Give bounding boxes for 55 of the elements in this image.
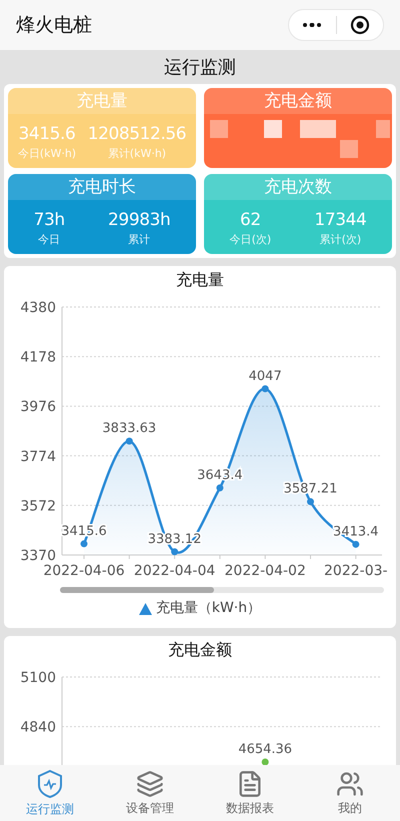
nav-tab[interactable]: 运行监测 [0,765,100,821]
y-axis-label: 4178 [20,350,56,366]
y-axis-label: 3370 [20,548,56,564]
shield-pulse-icon [36,769,64,799]
data-point [171,548,178,556]
stat-caption: 累计 [128,232,150,248]
legend-triangle-icon [138,602,152,614]
data-point [307,498,314,506]
legend-label: 充电量（kW·h） [156,599,262,618]
chart-title: 充电金额 [168,639,232,661]
nav-tab[interactable]: 设备管理 [100,765,200,821]
data-point [262,385,269,392]
x-axis-label: 2022-04-02 [224,563,306,579]
stat-title: 充电金额 [264,90,332,113]
data-point [126,438,133,445]
stat-title: 充电次数 [264,176,332,199]
y-axis-label: 4840 [20,720,56,736]
nav-tab[interactable]: 我的 [300,765,400,821]
capsule-menu[interactable] [288,9,384,41]
scrollbar[interactable] [60,587,384,593]
page-title: 运行监测 [164,56,236,80]
data-point [80,540,88,548]
y-axis-label: 3774 [20,448,56,465]
stat-caption: 今日(kW·h) [18,146,76,162]
stat-caption: 今日(次) [230,232,272,248]
value-label: 4047 [248,368,282,384]
x-axis-label: 2022-03- [324,563,388,579]
y-axis-label: 3572 [20,498,56,514]
nav-tab[interactable]: 数据报表 [200,765,300,821]
stat-value: 73h [34,209,65,232]
value-label: 4654.36 [238,742,292,758]
y-axis-label: 3976 [20,399,56,416]
layers-icon [136,770,164,798]
y-axis-label: 5100 [20,670,56,686]
stat-value: 17344 [314,209,366,232]
data-point [216,484,224,492]
stat-title: 充电量 [76,90,128,113]
stat-value: 3415.6 [18,123,76,146]
stat-caption: 今日 [38,232,60,248]
app-title: 烽火电桩 [16,12,92,38]
x-axis-label: 2022-04-06 [43,563,125,579]
chart-title: 充电量 [176,269,224,291]
stat-caption: 累计(次) [320,232,362,248]
stat-value: 62 [240,209,261,232]
stat-value: 1208512.56 [88,123,186,146]
value-label: 3833.63 [102,421,156,436]
y-axis-label: 4380 [20,300,56,316]
more-icon[interactable] [303,23,322,27]
x-axis-label: 2022-04-04 [134,563,216,579]
stat-caption: 累计(kW·h) [108,146,166,162]
data-point [262,758,269,765]
data-point [352,540,360,548]
stat-title: 充电时长 [68,176,136,199]
users-icon [336,770,364,798]
stat-value: 29983h [108,209,170,232]
